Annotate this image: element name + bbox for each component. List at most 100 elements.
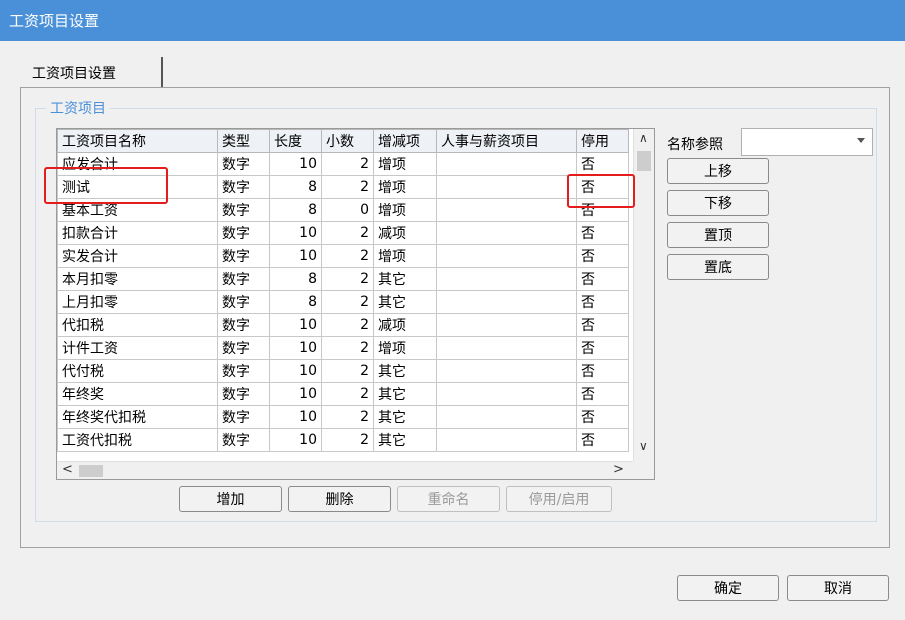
col-header-type[interactable]: 类型 bbox=[217, 129, 270, 153]
cell-inc-dec[interactable]: 其它 bbox=[373, 359, 437, 383]
cell-decimals[interactable]: 0 bbox=[321, 198, 374, 222]
cell-length[interactable]: 10 bbox=[269, 313, 322, 337]
cell-name[interactable]: 年终奖 bbox=[57, 382, 218, 406]
cell-disabled[interactable]: 否 bbox=[576, 336, 629, 360]
cell-decimals[interactable]: 2 bbox=[321, 428, 374, 452]
cell-disabled[interactable]: 否 bbox=[576, 359, 629, 383]
cell-inc-dec[interactable]: 其它 bbox=[373, 382, 437, 406]
vertical-scroll-thumb[interactable] bbox=[637, 151, 651, 171]
table-row[interactable]: 上月扣零 数字 8 2 其它 否 bbox=[57, 290, 629, 314]
cell-type[interactable]: 数字 bbox=[217, 313, 270, 337]
cell-disabled[interactable]: 否 bbox=[576, 152, 629, 176]
cell-length[interactable]: 10 bbox=[269, 336, 322, 360]
cell-length[interactable]: 10 bbox=[269, 405, 322, 429]
scroll-down-icon[interactable]: ∨ bbox=[639, 439, 648, 453]
cell-decimals[interactable]: 2 bbox=[321, 221, 374, 245]
cell-length[interactable]: 8 bbox=[269, 267, 322, 291]
cell-decimals[interactable]: 2 bbox=[321, 175, 374, 199]
move-bottom-button[interactable]: 置底 bbox=[667, 254, 769, 280]
cell-name[interactable]: 年终奖代扣税 bbox=[57, 405, 218, 429]
move-down-button[interactable]: 下移 bbox=[667, 190, 769, 216]
table-row[interactable]: 扣款合计 数字 10 2 减项 否 bbox=[57, 221, 629, 245]
delete-button[interactable]: 删除 bbox=[288, 486, 391, 512]
cell-inc-dec[interactable]: 其它 bbox=[373, 428, 437, 452]
ok-button[interactable]: 确定 bbox=[677, 575, 779, 601]
cell-length[interactable]: 10 bbox=[269, 382, 322, 406]
cell-hr-item[interactable] bbox=[436, 244, 577, 268]
add-button[interactable]: 增加 bbox=[179, 486, 282, 512]
cell-hr-item[interactable] bbox=[436, 382, 577, 406]
col-header-length[interactable]: 长度 bbox=[269, 129, 322, 153]
cell-decimals[interactable]: 2 bbox=[321, 359, 374, 383]
cell-name[interactable]: 实发合计 bbox=[57, 244, 218, 268]
cell-name[interactable]: 工资代扣税 bbox=[57, 428, 218, 452]
rename-button[interactable]: 重命名 bbox=[397, 486, 500, 512]
cell-name[interactable]: 代扣税 bbox=[57, 313, 218, 337]
cell-decimals[interactable]: 2 bbox=[321, 382, 374, 406]
cell-disabled[interactable]: 否 bbox=[576, 405, 629, 429]
col-header-name[interactable]: 工资项目名称 bbox=[57, 129, 218, 153]
table-row[interactable]: 本月扣零 数字 8 2 其它 否 bbox=[57, 267, 629, 291]
cell-disabled[interactable]: 否 bbox=[576, 382, 629, 406]
cell-length[interactable]: 10 bbox=[269, 359, 322, 383]
cell-hr-item[interactable] bbox=[436, 175, 577, 199]
cell-type[interactable]: 数字 bbox=[217, 359, 270, 383]
cell-inc-dec[interactable]: 减项 bbox=[373, 313, 437, 337]
cell-name[interactable]: 上月扣零 bbox=[57, 290, 218, 314]
cell-disabled[interactable]: 否 bbox=[576, 267, 629, 291]
cell-length[interactable]: 10 bbox=[269, 428, 322, 452]
cell-inc-dec[interactable]: 增项 bbox=[373, 244, 437, 268]
move-top-button[interactable]: 置顶 bbox=[667, 222, 769, 248]
vertical-scrollbar[interactable]: ∧ ∨ bbox=[633, 129, 654, 461]
cell-hr-item[interactable] bbox=[436, 198, 577, 222]
cell-decimals[interactable]: 2 bbox=[321, 313, 374, 337]
cell-type[interactable]: 数字 bbox=[217, 290, 270, 314]
table-row[interactable]: 年终奖 数字 10 2 其它 否 bbox=[57, 382, 629, 406]
cell-name[interactable]: 代付税 bbox=[57, 359, 218, 383]
tab-salary-item-settings[interactable]: 工资项目设置 bbox=[20, 57, 163, 87]
table-row[interactable]: 代付税 数字 10 2 其它 否 bbox=[57, 359, 629, 383]
table-row[interactable]: 计件工资 数字 10 2 增项 否 bbox=[57, 336, 629, 360]
cell-inc-dec[interactable]: 减项 bbox=[373, 221, 437, 245]
cell-length[interactable]: 8 bbox=[269, 175, 322, 199]
cell-disabled[interactable]: 否 bbox=[576, 244, 629, 268]
scroll-right-icon[interactable]: > bbox=[613, 462, 624, 477]
cell-hr-item[interactable] bbox=[436, 336, 577, 360]
cell-length[interactable]: 8 bbox=[269, 290, 322, 314]
cell-decimals[interactable]: 2 bbox=[321, 405, 374, 429]
cell-hr-item[interactable] bbox=[436, 428, 577, 452]
cell-hr-item[interactable] bbox=[436, 313, 577, 337]
col-header-decimals[interactable]: 小数 bbox=[321, 129, 374, 153]
cell-hr-item[interactable] bbox=[436, 152, 577, 176]
cell-name[interactable]: 扣款合计 bbox=[57, 221, 218, 245]
cell-hr-item[interactable] bbox=[436, 221, 577, 245]
cell-decimals[interactable]: 2 bbox=[321, 267, 374, 291]
scroll-up-icon[interactable]: ∧ bbox=[639, 131, 648, 145]
cell-length[interactable]: 10 bbox=[269, 244, 322, 268]
cell-inc-dec[interactable]: 增项 bbox=[373, 336, 437, 360]
cell-type[interactable]: 数字 bbox=[217, 382, 270, 406]
cell-inc-dec[interactable]: 增项 bbox=[373, 152, 437, 176]
cell-type[interactable]: 数字 bbox=[217, 405, 270, 429]
toggle-enable-button[interactable]: 停用/启用 bbox=[506, 486, 612, 512]
cell-disabled[interactable]: 否 bbox=[576, 221, 629, 245]
cell-decimals[interactable]: 2 bbox=[321, 152, 374, 176]
cell-disabled[interactable]: 否 bbox=[576, 313, 629, 337]
cell-inc-dec[interactable]: 其它 bbox=[373, 405, 437, 429]
name-reference-select[interactable] bbox=[741, 128, 873, 156]
cell-inc-dec[interactable]: 其它 bbox=[373, 267, 437, 291]
cell-hr-item[interactable] bbox=[436, 405, 577, 429]
cell-hr-item[interactable] bbox=[436, 359, 577, 383]
cell-name[interactable]: 本月扣零 bbox=[57, 267, 218, 291]
cell-inc-dec[interactable]: 增项 bbox=[373, 175, 437, 199]
cell-disabled[interactable]: 否 bbox=[576, 290, 629, 314]
cell-hr-item[interactable] bbox=[436, 290, 577, 314]
cell-hr-item[interactable] bbox=[436, 267, 577, 291]
cell-inc-dec[interactable]: 其它 bbox=[373, 290, 437, 314]
scroll-left-icon[interactable]: < bbox=[62, 462, 73, 477]
table-row[interactable]: 实发合计 数字 10 2 增项 否 bbox=[57, 244, 629, 268]
cell-type[interactable]: 数字 bbox=[217, 221, 270, 245]
horizontal-scroll-thumb[interactable] bbox=[79, 465, 103, 477]
horizontal-scrollbar[interactable]: < > bbox=[57, 461, 633, 479]
move-up-button[interactable]: 上移 bbox=[667, 158, 769, 184]
